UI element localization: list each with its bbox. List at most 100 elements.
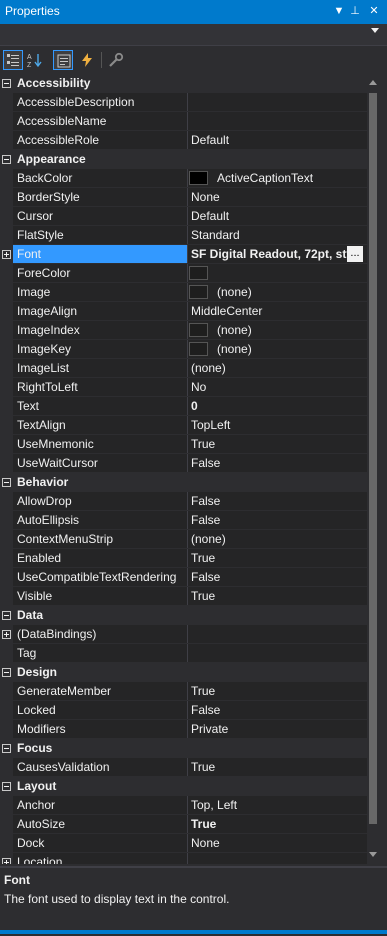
property-row-image[interactable]: Image (none): [0, 283, 367, 302]
vertical-scrollbar[interactable]: [367, 74, 387, 864]
property-row-tag[interactable]: Tag: [0, 644, 367, 663]
column-separator[interactable]: [187, 359, 188, 378]
property-value[interactable]: False: [191, 494, 351, 508]
window-position-dropdown-icon[interactable]: ▼: [331, 3, 347, 20]
column-separator[interactable]: [187, 530, 188, 549]
column-separator[interactable]: [187, 302, 188, 321]
property-value[interactable]: True: [191, 760, 351, 774]
property-row-borderstyle[interactable]: BorderStyle None: [0, 188, 367, 207]
property-row-imageindex[interactable]: ImageIndex (none): [0, 321, 367, 340]
property-row-contextmenustrip[interactable]: ContextMenuStrip (none): [0, 530, 367, 549]
collapse-icon[interactable]: [2, 744, 11, 753]
category-appearance[interactable]: Appearance: [0, 150, 367, 169]
property-value[interactable]: (none): [191, 532, 351, 546]
column-separator[interactable]: [187, 435, 188, 454]
property-value[interactable]: Default: [191, 133, 351, 147]
category-layout[interactable]: Layout: [0, 777, 367, 796]
property-row-flatstyle[interactable]: FlatStyle Standard: [0, 226, 367, 245]
property-value[interactable]: Default: [191, 209, 351, 223]
column-separator[interactable]: [187, 245, 188, 264]
property-row-generatemember[interactable]: GenerateMember True: [0, 682, 367, 701]
property-value[interactable]: (none): [217, 342, 357, 356]
column-separator[interactable]: [187, 416, 188, 435]
property-row-righttoleft[interactable]: RightToLeft No: [0, 378, 367, 397]
column-separator[interactable]: [187, 378, 188, 397]
collapse-icon[interactable]: [2, 478, 11, 487]
collapse-icon[interactable]: [2, 668, 11, 677]
property-row-textalign[interactable]: TextAlign TopLeft: [0, 416, 367, 435]
property-value[interactable]: True: [191, 817, 351, 831]
column-separator[interactable]: [187, 834, 188, 853]
column-separator[interactable]: [187, 568, 188, 587]
property-row-forecolor[interactable]: ForeColor: [0, 264, 367, 283]
collapse-icon[interactable]: [2, 155, 11, 164]
expand-icon[interactable]: [2, 250, 11, 259]
property-row-location[interactable]: Location: [0, 853, 367, 864]
column-separator[interactable]: [187, 511, 188, 530]
column-separator[interactable]: [187, 549, 188, 568]
property-row-text[interactable]: Text 0: [0, 397, 367, 416]
property-row-imagelist[interactable]: ImageList (none): [0, 359, 367, 378]
column-separator[interactable]: [187, 758, 188, 777]
property-row-accessiblerole[interactable]: AccessibleRole Default: [0, 131, 367, 150]
expand-icon[interactable]: [2, 858, 11, 864]
property-value[interactable]: Top, Left: [191, 798, 351, 812]
expand-icon[interactable]: [2, 630, 11, 639]
property-value[interactable]: False: [191, 570, 351, 584]
property-pages-button[interactable]: [106, 50, 126, 70]
property-row-allowdrop[interactable]: AllowDrop False: [0, 492, 367, 511]
property-row-usewaitcursor[interactable]: UseWaitCursor False: [0, 454, 367, 473]
property-value[interactable]: True: [191, 589, 351, 603]
category-accessibility[interactable]: Accessibility: [0, 74, 367, 93]
property-value[interactable]: SF Digital Readout, 72pt, sty: [191, 247, 351, 261]
property-row-causesvalidation[interactable]: CausesValidation True: [0, 758, 367, 777]
scrollbar-thumb[interactable]: [369, 93, 377, 824]
property-row-databindings[interactable]: (DataBindings): [0, 625, 367, 644]
column-separator[interactable]: [187, 131, 188, 150]
property-value[interactable]: (none): [191, 361, 351, 375]
property-value[interactable]: (none): [217, 323, 357, 337]
column-separator[interactable]: [187, 796, 188, 815]
property-value[interactable]: MiddleCenter: [191, 304, 351, 318]
property-row-visible[interactable]: Visible True: [0, 587, 367, 606]
close-icon[interactable]: ✕: [366, 3, 382, 20]
property-row-accessiblename[interactable]: AccessibleName: [0, 112, 367, 131]
property-value[interactable]: Private: [191, 722, 351, 736]
column-separator[interactable]: [187, 644, 188, 663]
column-separator[interactable]: [187, 720, 188, 739]
property-row-backcolor[interactable]: BackColor ActiveCaptionText: [0, 169, 367, 188]
scroll-up-icon[interactable]: [369, 80, 377, 85]
category-design[interactable]: Design: [0, 663, 367, 682]
column-separator[interactable]: [187, 815, 188, 834]
property-row-modifiers[interactable]: Modifiers Private: [0, 720, 367, 739]
property-row-usecompatibletextrendering[interactable]: UseCompatibleTextRendering False: [0, 568, 367, 587]
collapse-icon[interactable]: [2, 611, 11, 620]
categorized-button[interactable]: [3, 50, 23, 70]
column-separator[interactable]: [187, 226, 188, 245]
column-separator[interactable]: [187, 264, 188, 283]
property-value[interactable]: None: [191, 836, 351, 850]
column-separator[interactable]: [187, 454, 188, 473]
property-row-cursor[interactable]: Cursor Default: [0, 207, 367, 226]
column-separator[interactable]: [187, 682, 188, 701]
column-separator[interactable]: [187, 283, 188, 302]
property-value[interactable]: True: [191, 437, 351, 451]
property-value[interactable]: No: [191, 380, 351, 394]
column-separator[interactable]: [187, 93, 188, 112]
property-row-enabled[interactable]: Enabled True: [0, 549, 367, 568]
property-value[interactable]: Standard: [191, 228, 351, 242]
property-row-autoellipsis[interactable]: AutoEllipsis False: [0, 511, 367, 530]
scroll-down-icon[interactable]: [369, 852, 377, 857]
ellipsis-button[interactable]: ...: [347, 246, 363, 262]
property-row-imagealign[interactable]: ImageAlign MiddleCenter: [0, 302, 367, 321]
column-separator[interactable]: [187, 853, 188, 864]
events-button[interactable]: [77, 50, 97, 70]
property-row-dock[interactable]: Dock None: [0, 834, 367, 853]
category-behavior[interactable]: Behavior: [0, 473, 367, 492]
column-separator[interactable]: [187, 701, 188, 720]
properties-view-button[interactable]: [53, 50, 73, 70]
alphabetical-button[interactable]: A Z: [25, 50, 45, 70]
property-row-locked[interactable]: Locked False: [0, 701, 367, 720]
column-separator[interactable]: [187, 625, 188, 644]
property-value[interactable]: (none): [217, 285, 357, 299]
